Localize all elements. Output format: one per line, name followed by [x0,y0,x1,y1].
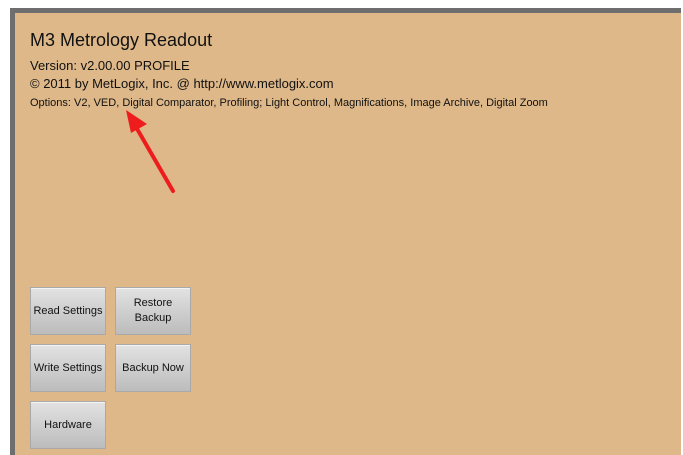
backup-now-label: Backup Now [122,361,184,374]
restore-backup-label: Restore Backup [133,297,173,324]
hardware-button[interactable]: Hardware [30,401,106,449]
hardware-label: Hardware [44,418,92,431]
app-title: M3 Metrology Readout [30,30,213,50]
read-settings-button[interactable]: Read Settings [30,287,106,335]
window-frame: M3 Metrology Readout Version: v2.00.00 P… [10,8,681,455]
read-settings-label: Read Settings [33,304,103,317]
about-panel: M3 Metrology Readout Version: v2.00.00 P… [15,13,681,455]
version-text: Version: v2.00.00 PROFILE [30,58,190,73]
restore-backup-button[interactable]: Restore Backup [115,287,191,335]
write-settings-label: Write Settings [33,361,103,374]
copyright-text: © 2011 by MetLogix, Inc. @ http://www.me… [30,76,334,91]
write-settings-button[interactable]: Write Settings [30,344,106,392]
options-text: Options: V2, VED, Digital Comparator, Pr… [30,97,548,109]
backup-now-button[interactable]: Backup Now [115,344,191,392]
